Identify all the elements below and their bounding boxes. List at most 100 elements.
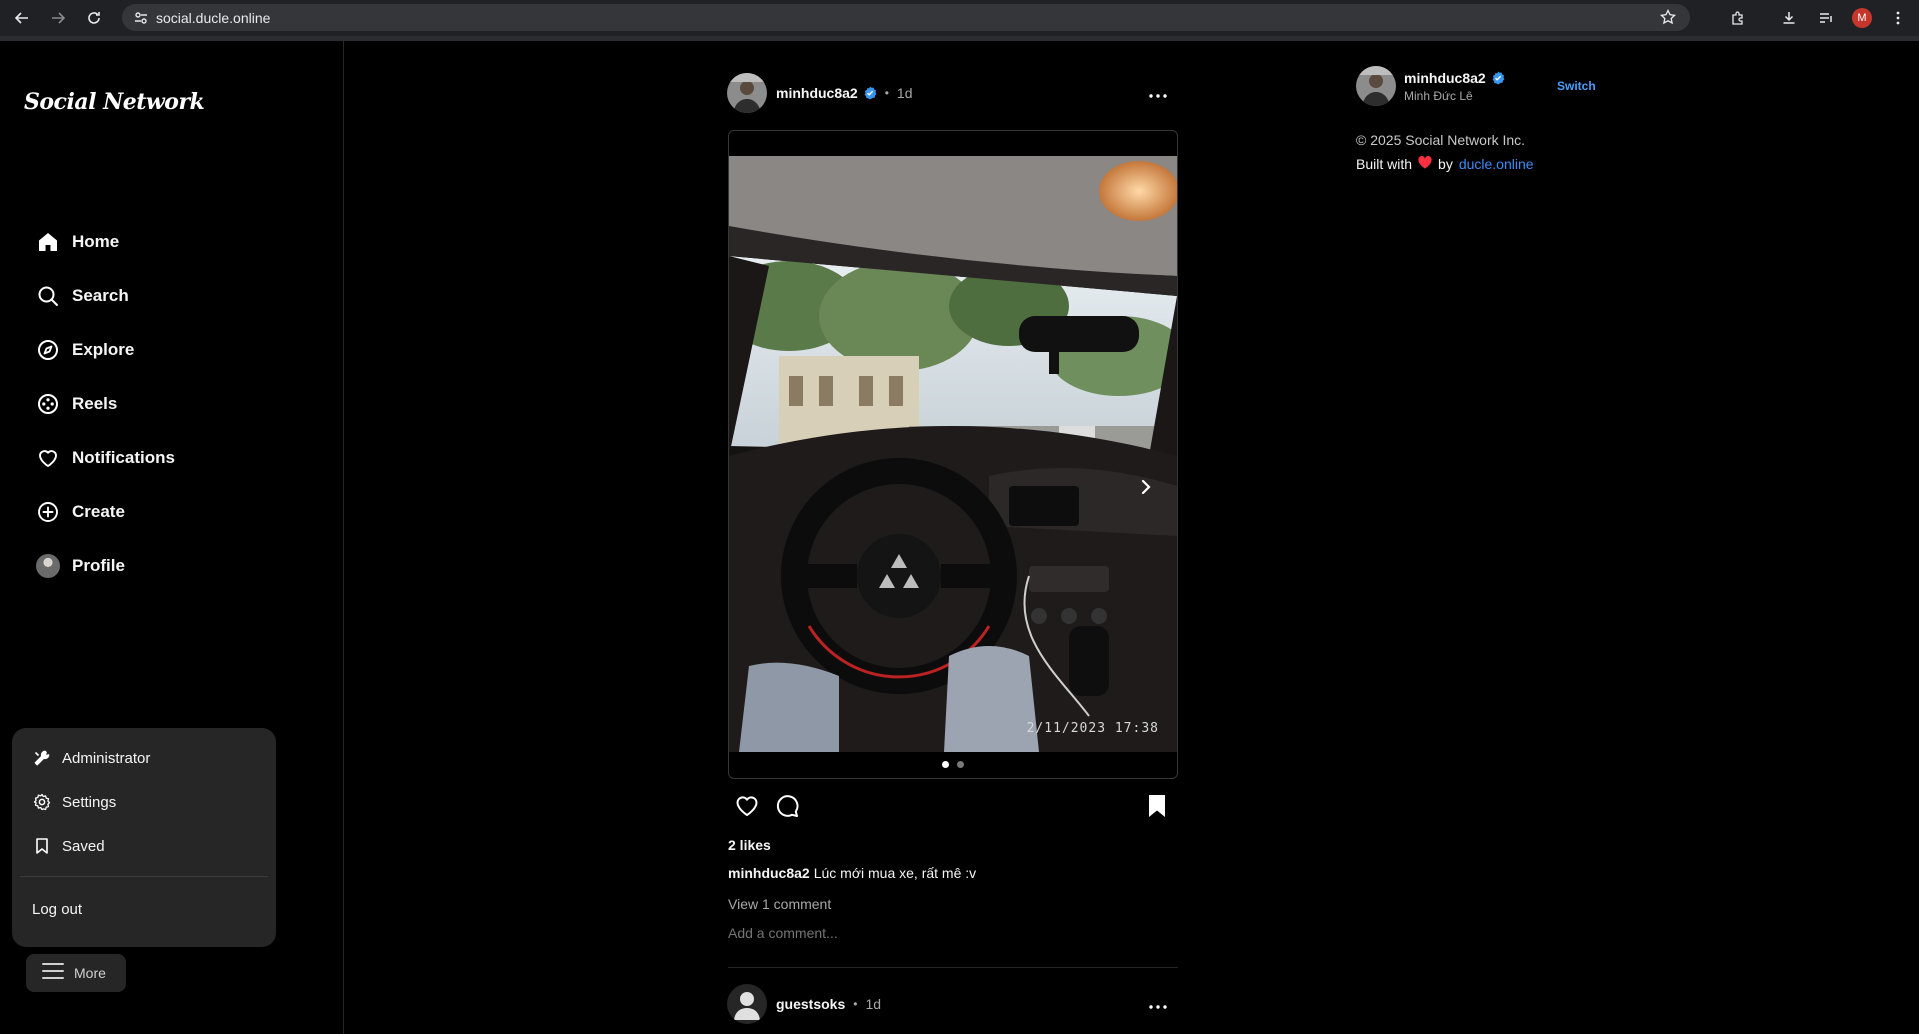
menu-item-label: Administrator [62,749,151,767]
gear-icon [32,792,52,812]
home-icon [36,230,60,254]
view-comments-link[interactable]: View 1 comment [728,896,831,912]
hamburger-icon [42,962,64,985]
sidebar-item-label: Explore [72,340,135,359]
caption-text: Lúc mới mua xe, rất mê :v [813,865,977,881]
arrow-left-icon [14,12,28,24]
url-text[interactable]: social.ducle.online [156,10,270,26]
verified-badge-icon [1491,71,1505,85]
current-username[interactable]: minhduc8a2 [1404,70,1486,86]
bookmark-filled-icon [1149,795,1165,817]
sidebar-item-label: Notifications [72,448,175,467]
carousel-next-button[interactable] [1133,474,1159,500]
carousel-dot-active[interactable] [942,761,949,768]
sidebar-item-label: Create [72,502,125,521]
logout-button[interactable]: Log out [20,889,268,929]
sidebar-item-profile[interactable]: Profile [24,543,324,589]
carousel-indicator [729,761,1177,768]
chevron-right-icon [1141,479,1151,495]
sidebar-item-explore[interactable]: Explore [24,327,324,373]
sidebar-item-search[interactable]: Search [24,273,324,319]
post-time: 1d [896,85,913,101]
caption-username[interactable]: minhduc8a2 [728,865,810,881]
arrow-right-icon [52,12,66,24]
sidebar: Social Network Home Search Explore Reels… [0,41,344,1034]
current-user: minhduc8a2 [1404,70,1505,86]
site-info-icon[interactable] [126,4,156,31]
compass-icon [36,338,60,362]
post-photo[interactable]: 2/11/2023 17:38 [729,156,1177,752]
sidebar-item-label: Profile [72,556,125,575]
comment-button[interactable] [774,793,800,824]
switch-account-button[interactable]: Switch [1557,79,1596,93]
extensions-icon[interactable] [1720,0,1756,36]
menu-item-label: Saved [62,837,105,855]
browser-toolbar: social.ducle.online M [0,0,1919,36]
comment-icon [776,795,799,817]
current-display-name: Minh Đức Lê [1404,89,1473,103]
reels-icon [36,392,60,416]
post-header: minhduc8a2 • 1d [727,73,1179,113]
post-caption: minhduc8a2 Lúc mới mua xe, rất mê :v [728,865,976,881]
post-time: 1d [865,996,882,1012]
like-button[interactable] [734,793,760,824]
heart-icon [736,796,758,816]
profile-avatar[interactable]: M [1844,0,1880,36]
add-comment-input[interactable] [728,925,1178,941]
sidebar-item-home[interactable]: Home [24,219,324,265]
logout-label: Log out [32,900,83,918]
sidebar-item-label: Search [72,286,129,305]
app-logo[interactable]: Social Network [24,89,205,115]
sidebar-item-label: Home [72,232,120,251]
post-header: guestsoks • 1d [727,984,1179,1024]
default-avatar-icon [727,984,767,1024]
copyright: © 2025 Social Network Inc. [1356,132,1526,148]
heart-icon [1418,156,1432,172]
avatar[interactable] [1356,66,1396,106]
post-options-icon[interactable] [1149,996,1167,1014]
sidebar-item-create[interactable]: Create [24,489,324,535]
avatar [36,554,60,578]
tools-icon [32,748,52,768]
more-label: More [74,965,106,981]
menu-divider [20,876,268,877]
likes-count[interactable]: 2 likes [728,837,771,853]
bookmark-star-icon[interactable] [1660,9,1676,25]
menu-item-settings[interactable]: Settings [20,782,268,822]
more-menu: Administrator Settings Saved Log out [12,728,276,947]
sidebar-item-reels[interactable]: Reels [24,381,324,427]
built-with-text: Built with [1356,156,1413,172]
save-button[interactable] [1146,793,1168,824]
verified-badge-icon [863,86,877,100]
address-bar[interactable]: social.ducle.online [122,4,1690,31]
photo-timestamp: 2/11/2023 17:38 [1026,721,1159,736]
post-actions [728,790,1178,824]
carousel-dot[interactable] [957,761,964,768]
built-with-credit: Built with by ducle.online [1356,156,1534,172]
post-media-carousel[interactable]: 2/11/2023 17:38 [728,130,1178,779]
browser-menu-icon[interactable] [1880,0,1916,36]
post-divider [728,967,1178,968]
search-icon [36,284,60,308]
menu-item-saved[interactable]: Saved [20,826,268,866]
menu-item-administrator[interactable]: Administrator [20,738,268,778]
reload-icon [88,12,100,24]
menu-item-label: Settings [62,793,117,811]
reload-button[interactable] [76,0,112,36]
post-username[interactable]: guestsoks [776,996,845,1012]
more-button[interactable]: More [26,954,126,992]
sidebar-item-notifications[interactable]: Notifications [24,435,324,481]
profile-initial: M [1852,8,1872,28]
post-options-icon[interactable] [1149,85,1167,103]
author-link[interactable]: ducle.online [1459,156,1534,172]
separator-dot: • [853,997,858,1011]
avatar[interactable] [727,984,767,1024]
avatar[interactable] [727,73,767,113]
forward-button[interactable] [40,0,76,36]
download-icon[interactable] [1771,0,1807,36]
post-username[interactable]: minhduc8a2 [776,85,858,101]
separator-dot: • [884,86,889,100]
back-button[interactable] [4,0,40,36]
plus-circle-icon [36,500,60,524]
media-control-icon[interactable] [1808,0,1844,36]
